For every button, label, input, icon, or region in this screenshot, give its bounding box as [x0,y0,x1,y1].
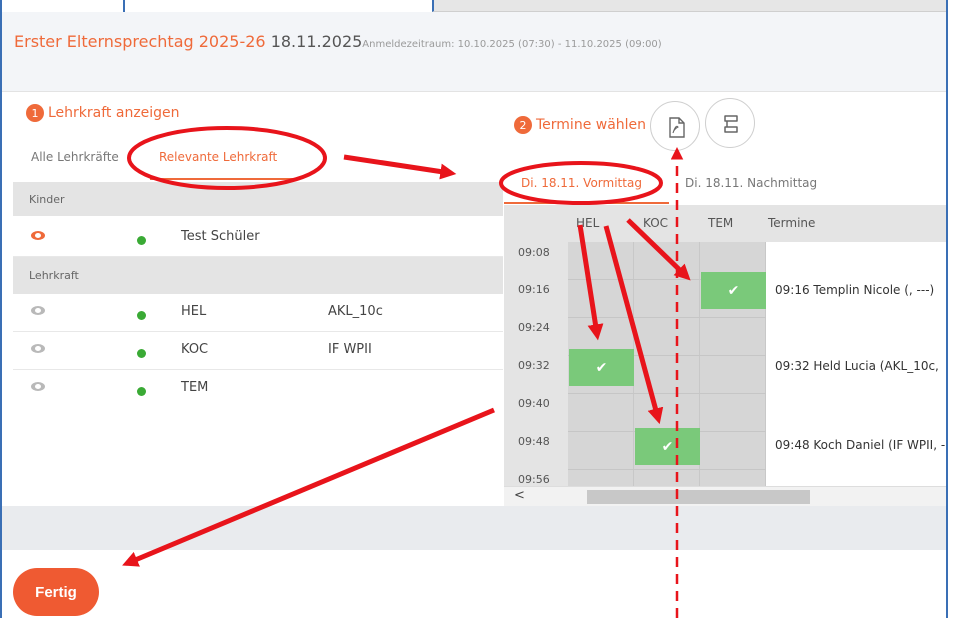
time-label: 09:40 [518,397,550,410]
time-label: 09:24 [518,321,550,334]
scroll-left-icon[interactable]: < [514,488,525,503]
booked-slot-koc[interactable]: ✔ [635,428,700,465]
step-2-number: 2 [514,116,532,134]
window-frame-top-panel [432,0,946,12]
status-dot-icon [137,236,146,245]
footer-band [2,506,946,550]
teacher-code: HEL [181,304,207,319]
column-termine: Termine [768,216,816,230]
tab-morning-underline [504,202,669,204]
status-dot-icon [137,311,146,320]
time-label: 09:48 [518,435,550,448]
check-icon: ✔ [727,282,740,299]
booked-slot-tem[interactable]: ✔ [701,272,766,309]
dialog-header: Erster Elternsprechtag 2025-26 18.11.202… [2,12,946,92]
teacher-row[interactable]: HEL AKL_10c [13,294,503,332]
section-children-label: Kinder [29,192,65,206]
column-hel: HEL [576,216,600,230]
step-2-text: Termine wählen [536,117,647,133]
eye-icon[interactable] [31,382,45,391]
window-frame-right [946,0,948,618]
event-date: 18.11.2025 [270,32,363,51]
teacher-code: KOC [181,342,209,357]
tab-afternoon[interactable]: Di. 18.11. Nachmittag [685,176,817,190]
time-label: 09:32 [518,359,550,372]
teacher-row[interactable]: KOC IF WPII [13,332,503,370]
registration-period: Anmeldezeitraum: 10.10.2025 (07:30) - 11… [362,39,662,50]
time-label: 09:56 [518,473,550,486]
horizontal-scrollbar[interactable]: < [504,486,946,506]
slot-divider [568,393,766,394]
child-row[interactable]: Test Schüler [13,219,503,257]
pdf-icon [669,117,685,138]
section-teachers: Lehrkraft [13,257,503,294]
eye-icon[interactable] [31,231,45,240]
step-1-label: 1 Lehrkraft anzeigen [26,104,180,122]
tab-morning[interactable]: Di. 18.11. Vormittag [521,176,642,190]
time-label: 09:16 [518,283,550,296]
appointment-text: 09:32 Held Lucia (AKL_10c, [775,359,939,373]
slot-divider [568,317,766,318]
pdf-button[interactable] [650,101,700,151]
appointment-text: 09:48 Koch Daniel (IF WPII, - [775,438,946,452]
eye-icon[interactable] [31,344,45,353]
status-dot-icon [137,349,146,358]
tab-relevant-teacher[interactable]: Relevante Lehrkraft [159,150,277,164]
list-button[interactable] [705,98,755,148]
annotation-arrow-to-morning [343,154,457,180]
appointment-text: 09:16 Templin Nicole (, ---) [775,283,935,297]
schedule-grid: 09:08 09:16 09:24 09:32 09:40 09:48 09:5… [504,242,946,506]
status-dot-icon [137,387,146,396]
list-icon [724,115,738,133]
page-title: Erster Elternsprechtag 2025-26 18.11.202… [14,32,662,51]
teacher-row[interactable]: TEM [13,370,503,408]
section-children: Kinder [13,182,503,216]
done-button[interactable]: Fertig [13,568,99,616]
section-teachers-label: Lehrkraft [29,269,79,282]
step-1-number: 1 [26,104,44,122]
teacher-course: IF WPII [328,342,372,357]
event-title: Erster Elternsprechtag 2025-26 [14,32,266,51]
tab-all-teachers[interactable]: Alle Lehrkräfte [31,150,119,164]
scroll-thumb[interactable] [587,490,810,504]
teacher-code: TEM [181,380,209,395]
teacher-course: AKL_10c [328,304,383,319]
slot-divider [568,469,766,470]
time-label: 09:08 [518,246,550,259]
step-2-label: 2 Termine wählen [514,116,646,134]
column-tem: TEM [708,216,734,230]
time-column: 09:08 09:16 09:24 09:32 09:40 09:48 09:5… [504,242,568,506]
schedule-header: HEL KOC TEM Termine [504,205,946,242]
column-koc: KOC [643,216,669,230]
eye-icon[interactable] [31,306,45,315]
child-name: Test Schüler [181,229,260,244]
step-1-text: Lehrkraft anzeigen [48,105,180,121]
check-icon: ✔ [595,359,608,376]
booked-slot-hel[interactable]: ✔ [569,349,634,386]
check-icon: ✔ [661,438,674,455]
tab-relevant-teacher-underline [150,178,300,180]
column-koc-slots[interactable] [634,242,700,506]
